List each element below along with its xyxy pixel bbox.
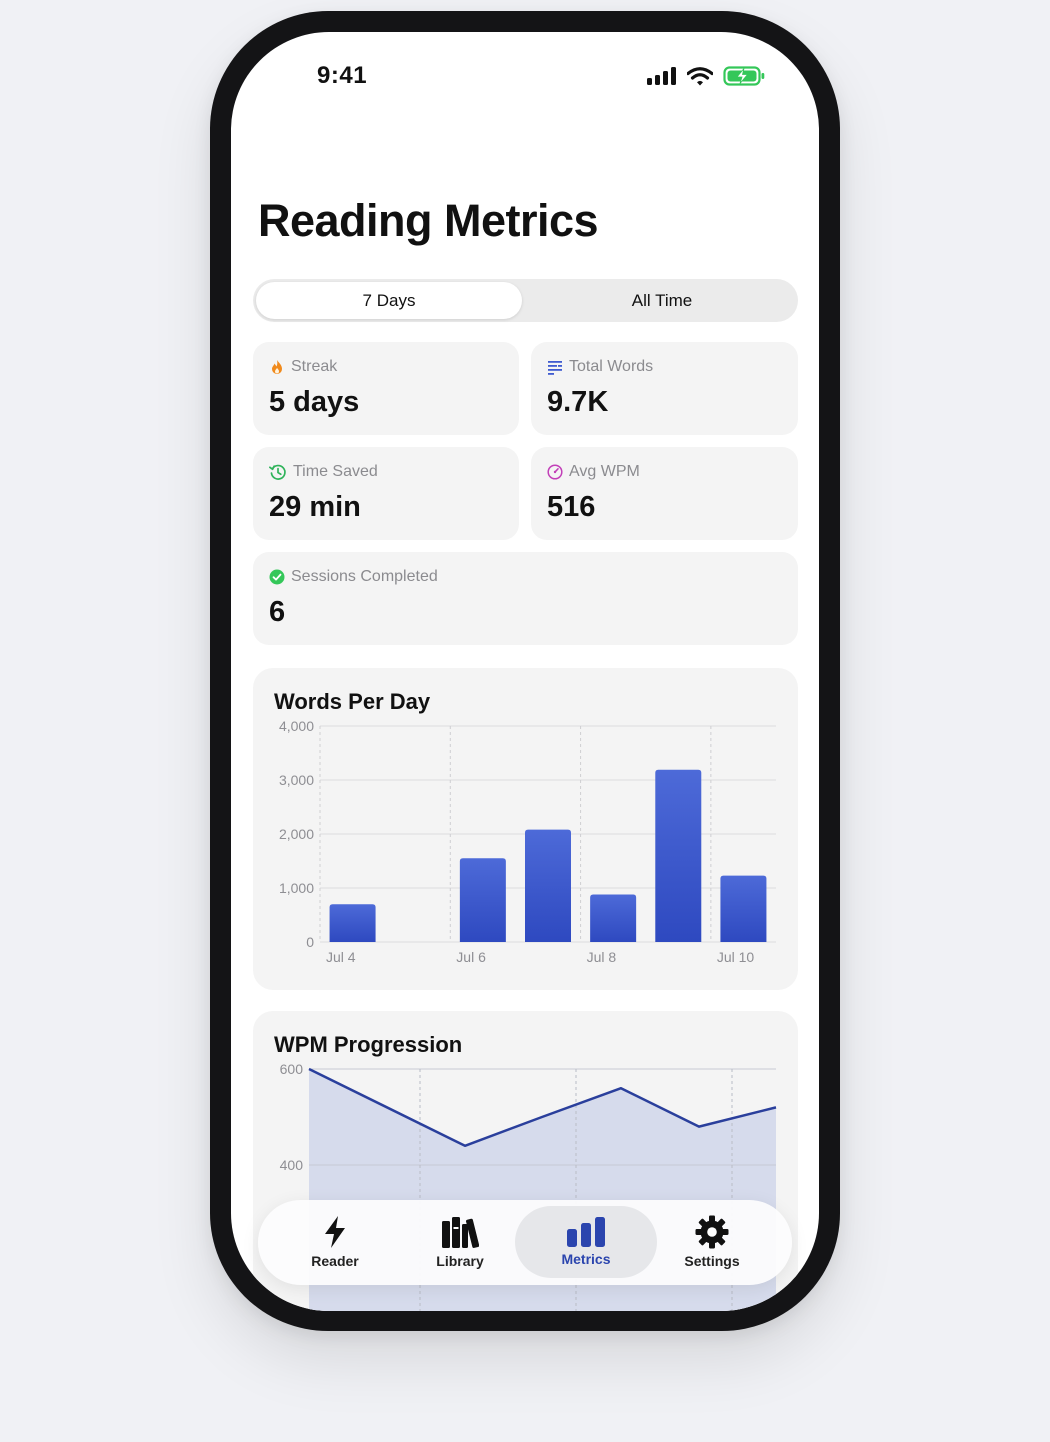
clock-arrow-icon bbox=[269, 464, 286, 480]
total-words-label: Total Words bbox=[569, 358, 654, 375]
phone-frame: 9:41 Reading Metrics 7 Days All Time Str… bbox=[210, 11, 840, 1331]
bolt-icon bbox=[325, 1216, 345, 1248]
total-words-value: 9.7K bbox=[547, 386, 609, 418]
page-title: Reading Metrics bbox=[258, 195, 599, 246]
avg-wpm-label: Avg WPM bbox=[569, 463, 640, 480]
tab-bar: Reader Library Metrics Settings bbox=[258, 1200, 792, 1285]
time-saved-value: 29 min bbox=[269, 491, 361, 523]
tab-reader-label: Reader bbox=[311, 1253, 359, 1269]
words-per-day-chart: 0 1,000 2,000 3,000 4,000 Jul 4 Jul 6 Jul 8 Jul … bbox=[279, 718, 776, 965]
streak-card: Streak 5 days bbox=[253, 342, 519, 435]
text-lines-icon bbox=[548, 361, 562, 375]
avg-wpm-card: Avg WPM 516 bbox=[531, 447, 798, 540]
y-tick-label: 600 bbox=[280, 1061, 304, 1077]
bar bbox=[459, 858, 506, 942]
signal-icon bbox=[647, 67, 676, 85]
tab-metrics[interactable]: Metrics bbox=[515, 1206, 657, 1278]
bar bbox=[329, 904, 376, 942]
streak-label: Streak bbox=[291, 358, 338, 375]
tab-library[interactable]: Library bbox=[389, 1206, 531, 1278]
streak-value: 5 days bbox=[269, 386, 360, 418]
segment-7-days[interactable]: 7 Days bbox=[256, 282, 522, 319]
wifi-icon bbox=[687, 66, 713, 85]
x-tick-label: Jul 8 bbox=[587, 949, 617, 965]
status-time: 9:41 bbox=[317, 62, 368, 89]
screen: 9:41 Reading Metrics 7 Days All Time Str… bbox=[231, 32, 819, 1311]
gauge-icon bbox=[547, 464, 563, 480]
bar bbox=[655, 769, 702, 942]
flame-icon bbox=[272, 360, 282, 374]
time-saved-card: Time Saved 29 min bbox=[253, 447, 519, 540]
y-tick-label: 0 bbox=[306, 934, 314, 950]
avg-wpm-value: 516 bbox=[547, 491, 596, 523]
tab-settings[interactable]: Settings bbox=[641, 1206, 783, 1278]
battery-charging-icon bbox=[723, 66, 765, 86]
words-per-day-card: Words Per Day 0 1,000 2,000 3,000 4,000 Jul 4… bbox=[253, 668, 798, 990]
y-tick-label: 4,000 bbox=[279, 718, 314, 734]
segment-all-time[interactable]: All Time bbox=[529, 282, 795, 319]
total-words-card: Total Words 9.7K bbox=[531, 342, 798, 435]
range-segmented-control: 7 Days All Time bbox=[253, 279, 798, 322]
sessions-card: Sessions Completed 6 bbox=[253, 552, 798, 645]
y-tick-label: 2,000 bbox=[279, 826, 314, 842]
bar bbox=[590, 894, 637, 942]
bar-chart-icon bbox=[567, 1217, 605, 1247]
gear-icon bbox=[695, 1215, 729, 1249]
tab-settings-label: Settings bbox=[684, 1253, 740, 1269]
tab-library-label: Library bbox=[436, 1253, 484, 1269]
y-tick-label: 1,000 bbox=[279, 880, 314, 896]
sessions-value: 6 bbox=[269, 596, 286, 628]
status-icons bbox=[647, 66, 765, 86]
bar bbox=[720, 875, 767, 942]
x-tick-label: Jul 6 bbox=[456, 949, 486, 965]
y-tick-label: 400 bbox=[280, 1157, 304, 1173]
tab-reader[interactable]: Reader bbox=[264, 1206, 406, 1278]
x-tick-label: Jul 4 bbox=[326, 949, 356, 965]
checkmark-circle-icon bbox=[269, 569, 285, 585]
tab-metrics-label: Metrics bbox=[561, 1251, 611, 1267]
time-saved-label: Time Saved bbox=[293, 463, 378, 480]
y-tick-label: 3,000 bbox=[279, 772, 314, 788]
x-tick-label: Jul 10 bbox=[717, 949, 755, 965]
bar bbox=[525, 829, 571, 942]
sessions-label: Sessions Completed bbox=[291, 568, 438, 585]
books-icon bbox=[442, 1217, 479, 1248]
